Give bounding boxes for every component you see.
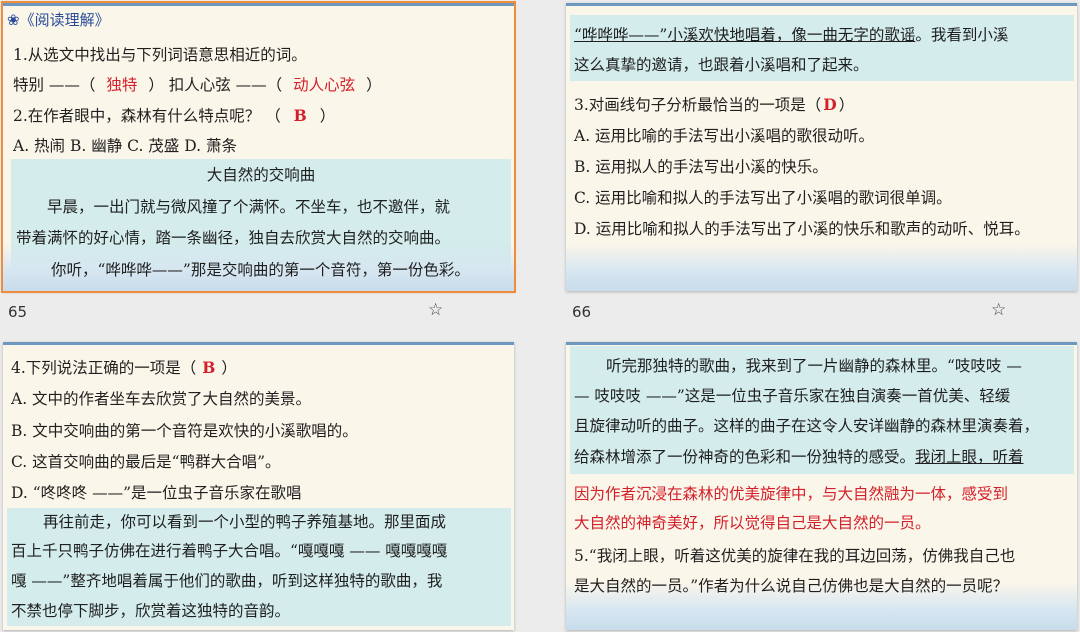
answer-2: B bbox=[293, 106, 307, 125]
slide-66[interactable]: “哗哗哗——”小溪欢快地唱着，像一曲无字的歌谣。我看到小溪 这么真挚的邀请，也跟… bbox=[566, 3, 1077, 291]
passage-title: 大自然的交响曲 bbox=[206, 166, 316, 184]
option-d: D. 运用比喻和拟人的手法写出了小溪的快乐和歌声的动听、悦耳。 bbox=[574, 220, 1030, 238]
question-5: 5.“我闭上眼，听着这优美的旋律在我的耳边回荡，仿佛我自己也 bbox=[574, 547, 1016, 565]
slide-67[interactable]: 4.下列说法正确的一项是（ B） A. 文中的作者坐车去欣赏了大自然的美景。 B.… bbox=[3, 342, 514, 630]
passage-line: 不禁也停下脚步，欣赏着这独特的音韵。 bbox=[11, 602, 291, 620]
slide-top-bar bbox=[566, 3, 1077, 6]
passage-line: 这么真挚的邀请，也跟着小溪唱和了起来。 bbox=[574, 56, 869, 74]
underlined-sentence: “哗哗哗——”小溪欢快地唱着，像一曲无字的歌谣 bbox=[574, 26, 916, 44]
underlined-sentence: 我闭上眼，听着 bbox=[915, 448, 1024, 466]
option-b: B. 运用拟人的手法写出小溪的快乐。 bbox=[574, 158, 828, 176]
passage-line: 带着满怀的好心情，踏一条幽径，独自去欣赏大自然的交响曲。 bbox=[16, 229, 451, 247]
slide-title: ❀《阅读理解》 bbox=[7, 6, 110, 34]
page-number-66: 66 bbox=[572, 303, 592, 321]
option-c: C. 运用比喻和拟人的手法写出了小溪唱的歌词很单调。 bbox=[574, 189, 952, 207]
question-5: 是大自然的一员。”作者为什么说自己仿佛也是大自然的一员呢？ bbox=[574, 577, 1009, 595]
option-d: D. “咚咚咚 ——”是一位虫子音乐家在歌唱 bbox=[11, 484, 302, 502]
slide-top-bar bbox=[566, 342, 1077, 345]
answer-1a: 独特 bbox=[106, 76, 138, 94]
slide-bottom-wash bbox=[566, 243, 1077, 291]
passage-line: 嘎 ——”整齐地唱着属于他们的歌曲，听到这样独特的歌曲，我 bbox=[11, 572, 443, 590]
answer-5-line: 大自然的神奇美好，所以觉得自己是大自然的一员。 bbox=[574, 514, 931, 532]
page-number-65: 65 bbox=[8, 303, 28, 321]
option-b: B. 文中交响曲的第一个音符是欢快的小溪歌唱的。 bbox=[11, 422, 358, 440]
passage-line: 再往前走，你可以看到一个小型的鸭子养殖基地。那里面成 bbox=[43, 513, 447, 531]
flower-icon: ❀ bbox=[7, 11, 20, 29]
question-2: 2.在作者眼中，森林有什么特点呢？ （ B ） bbox=[13, 106, 336, 125]
answer-5-line: 因为作者沉浸在森林的优美旋律中，与大自然融为一体，感受到 bbox=[574, 485, 1009, 503]
passage-line: — 吱吱吱 ——”这是一位虫子音乐家在独自演奏一首优美、轻缓 bbox=[574, 387, 1011, 405]
passage-line: 听完那独特的歌曲，我来到了一片幽静的森林里。“吱吱吱 — bbox=[606, 357, 1022, 375]
passage-line: 你听，“哗哗哗——”那是交响曲的第一个音符，第一份色彩。 bbox=[51, 261, 470, 279]
star-icon[interactable]: ☆ bbox=[428, 300, 443, 320]
passage-line: “哗哗哗——”小溪欢快地唱着，像一曲无字的歌谣。我看到小溪 bbox=[574, 26, 1009, 44]
answer-1b: 动人心弦 bbox=[293, 76, 356, 94]
slide-65[interactable]: ❀《阅读理解》 1.从选文中找出与下列词语意思相近的词。 特别 ——（ 独特 ）… bbox=[1, 1, 516, 293]
question-1-answers: 特别 ——（ 独特 ） 扣人心弦 ——（ 动人心弦 ） bbox=[13, 76, 382, 94]
passage-line: 早晨，一出门就与微风撞了个满怀。不坐车，也不邀伴，就 bbox=[47, 198, 451, 216]
star-icon[interactable]: ☆ bbox=[991, 300, 1006, 320]
answer-4: B bbox=[202, 358, 216, 377]
answer-3: D bbox=[823, 95, 837, 114]
passage-line: 且旋律动听的曲子。这样的曲子在这令人安详幽静的森林里演奏着， bbox=[574, 417, 1040, 435]
option-a: A. 运用比喻的手法写出小溪唱的歌很动听。 bbox=[574, 127, 875, 145]
question-3: 3.对画线句子分析最恰当的一项是（ D） bbox=[574, 95, 855, 114]
slide-68[interactable]: 听完那独特的歌曲，我来到了一片幽静的森林里。“吱吱吱 — — 吱吱吱 ——”这是… bbox=[566, 342, 1077, 630]
slide-top-bar bbox=[3, 342, 514, 345]
passage-line: 给森林增添了一份神奇的色彩和一份独特的感受。我闭上眼，听着 bbox=[574, 448, 1024, 466]
option-c: C. 这首交响曲的最后是“鸭群大合唱”。 bbox=[11, 453, 281, 471]
question-2-options: A. 热闹 B. 幽静 C. 茂盛 D. 萧条 bbox=[13, 137, 237, 155]
question-4: 4.下列说法正确的一项是（ B） bbox=[11, 358, 237, 377]
passage-line: 百上千只鸭子仿佛在进行着鸭子大合唱。“嘎嘎嘎 —— 嘎嘎嘎嘎 bbox=[11, 542, 448, 560]
question-1: 1.从选文中找出与下列词语意思相近的词。 bbox=[13, 46, 307, 64]
option-a: A. 文中的作者坐车去欣赏了大自然的美景。 bbox=[11, 390, 312, 408]
title-text: 《阅读理解》 bbox=[19, 11, 110, 29]
